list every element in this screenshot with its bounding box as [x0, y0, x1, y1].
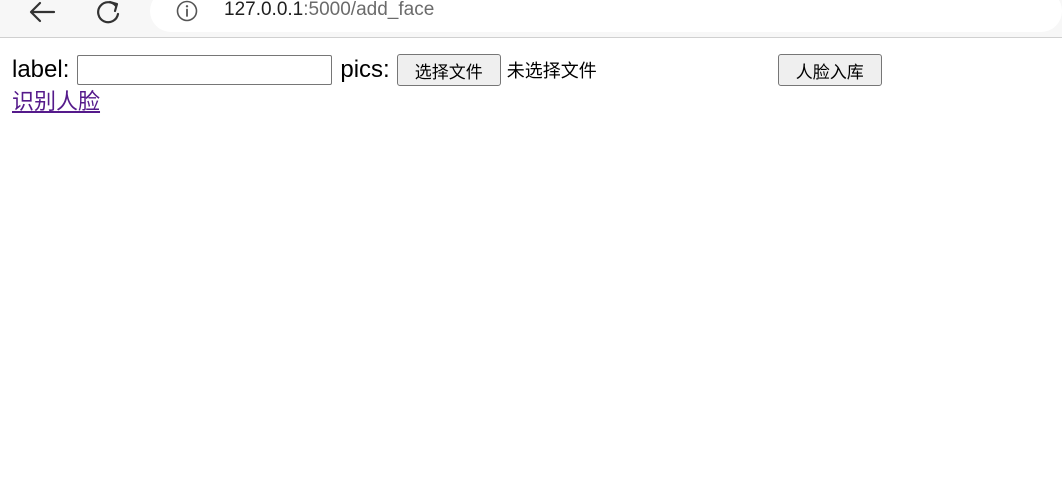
reload-button[interactable] [92, 0, 124, 24]
address-bar[interactable]: 127.0.0.1:5000/add_face [150, 0, 1062, 32]
url-path: :5000/add_face [303, 0, 435, 20]
link-row: 识别人脸 [12, 88, 1052, 118]
url-text: 127.0.0.1:5000/add_face [224, 0, 434, 22]
back-button[interactable] [26, 0, 58, 24]
url-host: 127.0.0.1 [224, 0, 304, 20]
label-field-label: label: [12, 56, 70, 83]
browser-toolbar: 127.0.0.1:5000/add_face [0, 0, 1062, 38]
page-content: label: pics: 选择文件 未选择文件 人脸入库 识别人脸 [12, 52, 1052, 118]
back-arrow-icon [29, 1, 56, 23]
file-status-text: 未选择文件 [506, 61, 597, 82]
add-face-form: label: pics: 选择文件 未选择文件 人脸入库 [12, 52, 1052, 88]
pics-field-label: pics: [340, 56, 390, 83]
site-info-icon[interactable] [176, 0, 198, 22]
add-face-submit-button[interactable]: 人脸入库 [777, 54, 882, 86]
reload-icon [97, 0, 120, 24]
recognize-face-link[interactable]: 识别人脸 [12, 90, 100, 115]
choose-file-button[interactable]: 选择文件 [396, 54, 501, 86]
label-input[interactable] [77, 55, 333, 85]
